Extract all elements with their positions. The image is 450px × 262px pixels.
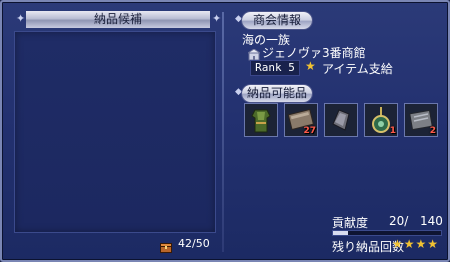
item-quantity: 27	[303, 126, 316, 136]
green-armor-icon	[245, 104, 277, 136]
gauntlet-icon	[325, 104, 357, 136]
rank-badge: Rank 5	[250, 60, 300, 76]
delivery-window: ✦ 納品候補 ✦ 42/50 ◆ 商会情報 海の一族 ジェノヴァ3番商館 Ran…	[0, 0, 450, 262]
item-quantity: 2	[429, 126, 436, 136]
right-ornament-icon: ✦	[212, 12, 222, 25]
building-icon	[246, 46, 262, 61]
candidates-title: 納品候補	[26, 11, 210, 28]
contribution-value: 20/	[389, 214, 409, 228]
deliverables-header: 納品可能品	[242, 85, 312, 102]
header-bullet-icon: ◆	[235, 87, 242, 97]
contribution-label: 貢献度	[332, 216, 369, 230]
remaining-stars: ★★★★	[392, 237, 440, 251]
candidates-list[interactable]	[14, 31, 216, 233]
item-support-label: アイテム支給	[322, 62, 393, 76]
capacity-count: 42/50	[178, 237, 210, 250]
item-slot-document[interactable]: 2	[404, 103, 438, 137]
item-slot-green-armor[interactable]	[244, 103, 278, 137]
contribution-max: 140	[420, 214, 443, 228]
header-bullet-icon: ◆	[235, 14, 242, 24]
company-info-header: 商会情報	[242, 12, 312, 29]
contribution-bar	[332, 230, 442, 236]
item-quantity: 1	[389, 126, 396, 136]
contribution-bar-fill	[333, 231, 349, 235]
panel-divider	[222, 12, 224, 252]
left-ornament-icon: ✦	[16, 12, 26, 25]
star-icon: ★	[305, 59, 316, 73]
chest-icon	[160, 238, 172, 253]
item-slot-gauntlet[interactable]	[324, 103, 358, 137]
item-slot-amulet[interactable]: 1	[364, 103, 398, 137]
item-slot-scroll[interactable]: 27	[284, 103, 318, 137]
